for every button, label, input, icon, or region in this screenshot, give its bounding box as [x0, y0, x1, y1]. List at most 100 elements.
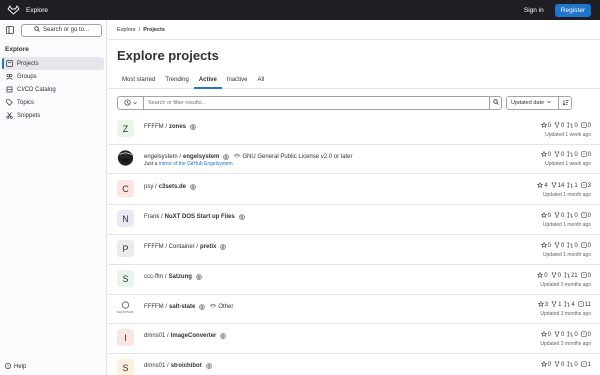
- project-avatar[interactable]: N: [117, 210, 134, 227]
- tab-most-starred[interactable]: Most starred: [117, 71, 160, 88]
- sidebar-item-snippets[interactable]: Snippets: [2, 109, 104, 122]
- project-avatar-engelsystem-icon[interactable]: [117, 149, 134, 166]
- filter-search-button[interactable]: [489, 96, 502, 110]
- stars-count[interactable]: 3: [537, 300, 549, 309]
- issues-icon: [580, 331, 587, 339]
- project-name-link[interactable]: ccc-ffm / Satzung: [144, 274, 202, 280]
- description-link[interactable]: mirror of the GitHub Engelsystem: [159, 161, 233, 167]
- issues-count[interactable]: 0: [580, 331, 591, 339]
- merge-requests-count[interactable]: 21: [564, 272, 578, 280]
- project-avatar[interactable]: Z: [117, 120, 134, 137]
- sort-dropdown[interactable]: Updated date: [506, 96, 559, 110]
- sidebar-item-label: Groups: [17, 73, 37, 80]
- stars-count[interactable]: 4: [537, 181, 548, 190]
- license-badge[interactable]: Other: [210, 303, 233, 311]
- project-name-link[interactable]: dmns01 / stroichibot: [144, 363, 212, 369]
- forks-count[interactable]: 0: [554, 331, 564, 339]
- sidebar-toggle-icon[interactable]: [4, 24, 16, 36]
- breadcrumb-projects[interactable]: Projects: [143, 27, 165, 33]
- header-title[interactable]: Explore: [26, 7, 48, 14]
- sidebar-item-groups[interactable]: Groups: [2, 70, 104, 83]
- forks-count[interactable]: 14: [551, 182, 564, 190]
- project-avatar[interactable]: I: [117, 329, 134, 346]
- issues-count[interactable]: 0: [580, 272, 591, 280]
- project-avatar-salt-icon[interactable]: SALTSTACK: [117, 299, 134, 316]
- project-name-link[interactable]: FFFFM / salt-state Other: [144, 303, 233, 311]
- project-namespace: FFFFM /: [144, 124, 167, 130]
- stars-count[interactable]: 0: [540, 360, 551, 369]
- issues-count[interactable]: 1: [580, 361, 591, 369]
- project-name-link[interactable]: dmns01 / ImageConverter: [144, 333, 227, 339]
- project-avatar[interactable]: S: [117, 359, 134, 375]
- forks-count[interactable]: 0: [554, 361, 564, 369]
- forks-count[interactable]: 0: [554, 122, 564, 130]
- register-button[interactable]: Register: [554, 3, 591, 17]
- merge-requests-count[interactable]: 0: [567, 242, 578, 250]
- merge-requests-count[interactable]: 0: [567, 361, 578, 369]
- project-row: Idmns01 / ImageConverter 0 0 0 0 Updated 3 mo…: [108, 325, 600, 354]
- merge-requests-count[interactable]: 1: [567, 182, 578, 190]
- search-button[interactable]: Search or go to...: [21, 23, 102, 37]
- forks-count[interactable]: 0: [554, 242, 564, 250]
- tab-all[interactable]: All: [253, 71, 270, 88]
- tab-trending[interactable]: Trending: [160, 71, 193, 88]
- project-stats: 4 14 1 3: [537, 181, 591, 190]
- merge-requests-count[interactable]: 0: [567, 331, 578, 339]
- license-badge[interactable]: GNU General Public License v2.0 or later: [234, 153, 352, 161]
- stars-count[interactable]: 0: [537, 271, 548, 280]
- sidebar-item-catalog[interactable]: CI/CD Catalog: [2, 83, 104, 96]
- tab-active[interactable]: Active: [193, 71, 222, 89]
- sidebar-item-projects[interactable]: Projects: [2, 57, 104, 70]
- gitlab-logo-icon[interactable]: [7, 5, 21, 15]
- project-name-link[interactable]: Frank / NuXT DOS Start up Files: [144, 214, 245, 220]
- issues-count[interactable]: 0: [580, 212, 591, 220]
- project-name-link[interactable]: engelsystem / engelsystem GNU General Pub…: [144, 153, 352, 161]
- project-name-link[interactable]: FFFFM / zones: [144, 124, 196, 130]
- merge-requests-count[interactable]: 4: [564, 301, 575, 309]
- project-name: NuXT DOS Start up Files: [164, 214, 235, 220]
- stars-count[interactable]: 0: [540, 241, 551, 250]
- issues-value: 0: [587, 332, 591, 338]
- merge-requests-value: 0: [574, 243, 578, 249]
- main-content: Explore / Projects Explore projects Most…: [108, 20, 600, 375]
- project-name: pretix: [200, 244, 217, 250]
- forks-count[interactable]: 0: [551, 272, 561, 280]
- merge-requests-count[interactable]: 0: [567, 212, 578, 220]
- project-avatar[interactable]: S: [117, 270, 134, 287]
- merge-requests-count[interactable]: 0: [567, 151, 578, 159]
- forks-count[interactable]: 0: [554, 151, 564, 159]
- issues-count[interactable]: 0: [580, 151, 591, 159]
- project-name-link[interactable]: FFFFM / Container / pretix: [144, 244, 227, 250]
- project-avatar[interactable]: P: [117, 240, 134, 257]
- recent-searches-button[interactable]: [117, 96, 143, 110]
- sort-direction-button[interactable]: [558, 96, 572, 110]
- stars-count[interactable]: 0: [540, 330, 551, 339]
- breadcrumb-explore[interactable]: Explore: [117, 27, 136, 33]
- forks-count[interactable]: 1: [551, 301, 561, 309]
- catalog-icon: [6, 86, 13, 93]
- stars-count[interactable]: 0: [540, 121, 551, 130]
- stars-count[interactable]: 0: [540, 150, 551, 159]
- issues-count[interactable]: 0: [580, 242, 591, 250]
- tab-inactive[interactable]: Inactive: [222, 71, 253, 88]
- help-button[interactable]: ? Help: [5, 363, 26, 371]
- issues-count[interactable]: 11: [578, 301, 591, 309]
- updated-time: Updated 1 month ago: [542, 222, 591, 228]
- breadcrumb: Explore / Projects: [108, 20, 600, 40]
- public-globe-icon: [190, 124, 196, 130]
- project-row: Sccc-ffm / Satzung 0 0 21 0 Updated 2 months …: [108, 266, 600, 295]
- merge-request-icon: [564, 301, 570, 309]
- stars-count[interactable]: 0: [540, 211, 551, 220]
- issues-count[interactable]: 3: [580, 182, 591, 190]
- filter-search-input[interactable]: Search or filter results...: [143, 96, 490, 110]
- sign-in-link[interactable]: Sign in: [521, 4, 547, 17]
- forks-count[interactable]: 0: [554, 212, 564, 220]
- project-name-link[interactable]: psy / c3sets.de: [144, 184, 196, 190]
- merge-requests-count[interactable]: 0: [567, 122, 578, 130]
- sidebar-item-topics[interactable]: Topics: [2, 96, 104, 109]
- project-avatar[interactable]: C: [117, 180, 134, 197]
- issues-count[interactable]: 0: [580, 122, 591, 130]
- tag-icon: [6, 99, 13, 106]
- stars-value: 3: [544, 302, 549, 308]
- page-title: Explore projects: [117, 48, 219, 63]
